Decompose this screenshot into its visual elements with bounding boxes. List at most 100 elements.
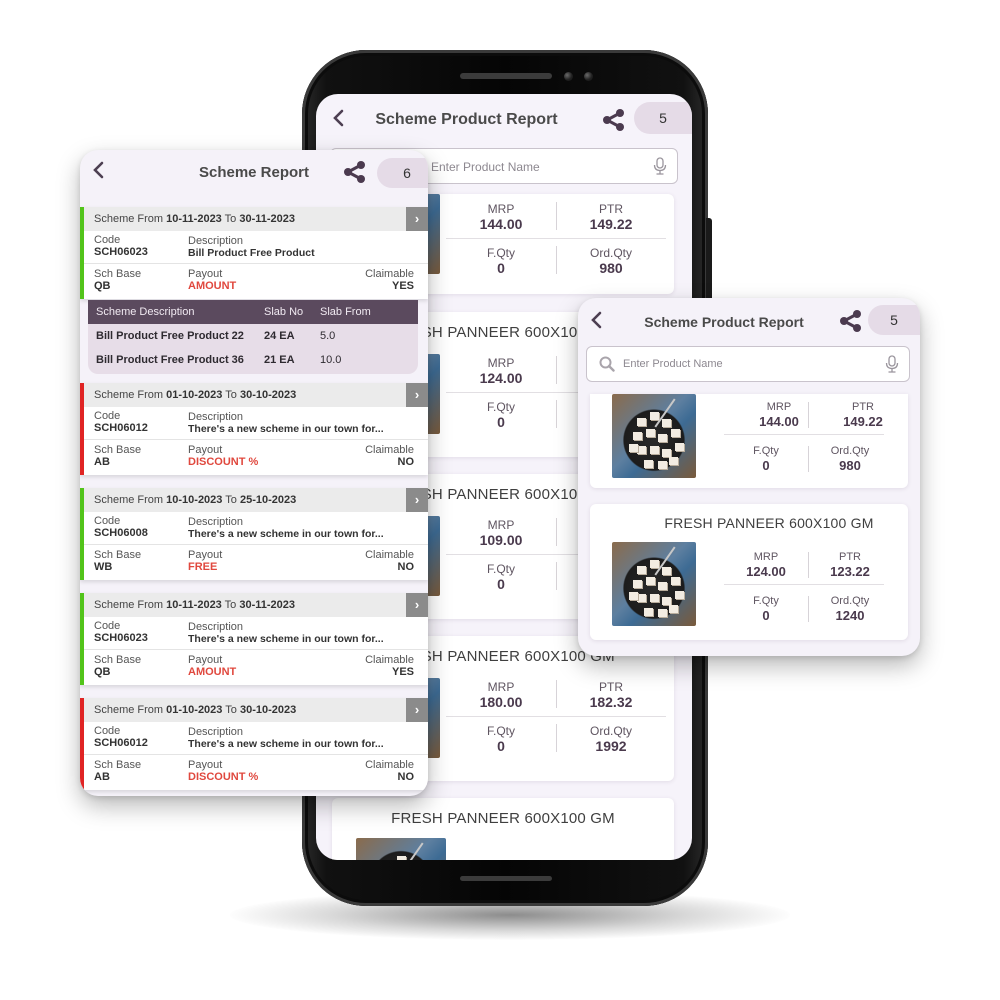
sch-base-label: Sch Base: [94, 444, 142, 456]
paneer-cube: [669, 605, 679, 613]
code-value: SCH06023: [94, 632, 148, 644]
scheme-expand-button[interactable]: ›: [406, 488, 428, 512]
microphone-icon[interactable]: [885, 355, 899, 373]
sch-base-value: AB: [94, 456, 110, 468]
fqty-value: 0: [497, 738, 505, 754]
fqty-value: 0: [497, 414, 505, 430]
product-card[interactable]: FRESH PANNEER 600X100 GM MRP 124.00 PTR 12…: [590, 504, 908, 640]
payout-label: Payout: [188, 444, 223, 456]
code-value: SCH06023: [94, 246, 148, 258]
paneer-cube: [658, 609, 668, 618]
divider: [808, 446, 809, 472]
share-icon: [840, 310, 861, 332]
slab-cell: Bill Product Free Product 22: [96, 330, 244, 342]
paneer-cube: [649, 560, 659, 569]
paneer-cube: [649, 412, 659, 421]
claimable-label: Claimable: [365, 549, 414, 561]
paneer-cube: [637, 565, 647, 574]
code-label: Code: [94, 234, 121, 246]
mrp-label: MRP: [487, 356, 515, 370]
description-value: There's a new scheme in our town for...: [188, 423, 384, 435]
slab-cell: 10.0: [320, 354, 342, 366]
search-placeholder: Enter Product Name: [623, 358, 723, 370]
description-value: There's a new scheme in our town for...: [188, 738, 384, 750]
phone-camera: [564, 72, 573, 81]
paneer-cube: [628, 592, 638, 601]
ordqty-label: Ord.Qty: [589, 724, 632, 738]
scheme-card[interactable]: Scheme From 10-11-2023 To 30-11-2023 › Cod…: [80, 207, 428, 299]
divider: [556, 202, 557, 230]
microphone-icon[interactable]: [653, 157, 667, 175]
product-card[interactable]: MRP 144.00 PTR 149.22 F.Qty 0 Ord.Qty 980: [590, 394, 908, 488]
page-title: Scheme Product Report: [644, 314, 804, 330]
scheme-expand-button[interactable]: ›: [406, 207, 428, 231]
share-icon: [344, 161, 365, 183]
scheme-from-label: Scheme From: [94, 704, 164, 716]
product-card[interactable]: FRESH PANNEER 600X100 GM: [332, 798, 674, 860]
share-button[interactable]: [602, 108, 626, 132]
claimable-label: Claimable: [365, 444, 414, 456]
share-button[interactable]: [343, 160, 367, 184]
search-icon: [599, 356, 615, 377]
scheme-from-label: Scheme From: [94, 494, 164, 506]
slab-table-row[interactable]: Bill Product Free Product 3621 EA10.00.(: [88, 348, 418, 372]
scheme-card[interactable]: Scheme From 01-10-2023 To 30-10-2023 › Cod…: [80, 698, 428, 790]
paneer-cube: [633, 579, 642, 588]
search-input[interactable]: Enter Product Name: [586, 346, 910, 382]
scheme-report-panel: Scheme Report 6 Scheme From 10-11-2023 T…: [80, 150, 428, 796]
scheme-card[interactable]: Scheme From 10-10-2023 To 25-10-2023 › Cod…: [80, 488, 428, 580]
scheme-date-range: Scheme From 01-10-2023 To 30-10-2023: [84, 383, 428, 407]
payout-value: AMOUNT: [188, 280, 237, 292]
divider: [446, 716, 666, 717]
slab-table-row[interactable]: Bill Product Free Product 2224 EA5.00.(: [88, 324, 418, 348]
page-title: Scheme Product Report: [375, 111, 558, 128]
divider: [556, 246, 557, 274]
scheme-to-label: To: [224, 213, 237, 225]
paneer-cube: [670, 577, 680, 586]
sch-base-value: AB: [94, 771, 110, 783]
paneer-cube: [633, 431, 642, 440]
scheme-from-date: 01-10-2023: [166, 389, 223, 401]
ordqty-value: 980: [839, 458, 861, 473]
product-report-panel: Scheme Product Report 5 Enter Product Na…: [578, 298, 920, 656]
share-button[interactable]: [839, 309, 863, 333]
paneer-cube: [675, 590, 684, 599]
slab-cell: Bill Product Free Product 36: [96, 354, 244, 366]
paneer-cube: [658, 582, 668, 591]
scheme-card[interactable]: Scheme From 10-11-2023 To 30-11-2023 › Cod…: [80, 593, 428, 685]
divider: [84, 754, 428, 755]
divider: [446, 238, 666, 239]
paneer-cube: [658, 434, 668, 443]
product-report-header: Scheme Product Report 5: [578, 298, 920, 350]
chevron-right-icon: ›: [414, 387, 420, 402]
scheme-expand-button[interactable]: ›: [406, 698, 428, 722]
paneer-cube: [643, 607, 653, 616]
paneer-cube: [637, 417, 647, 426]
slab-header-cell: Slab No: [264, 306, 304, 318]
claimable-label: Claimable: [365, 268, 414, 280]
paneer-cube: [662, 419, 672, 428]
scheme-from-date: 10-10-2023: [166, 494, 223, 506]
scheme-from-date: 01-10-2023: [166, 704, 223, 716]
ptr-label: PTR: [599, 202, 623, 216]
divider: [556, 518, 557, 546]
divider: [556, 400, 557, 428]
slab-table-header: Scheme DescriptionSlab NoSlab FromSla: [88, 300, 418, 324]
payout-label: Payout: [188, 654, 223, 666]
scheme-expand-button[interactable]: ›: [406, 593, 428, 617]
slab-cell: 24 EA: [264, 330, 295, 342]
ordqty-label: Ord.Qty: [830, 445, 870, 457]
claimable-value: NO: [397, 771, 415, 783]
payout-label: Payout: [188, 268, 223, 280]
chevron-right-icon: ›: [414, 597, 420, 612]
fqty-label: F.Qty: [486, 562, 515, 576]
phone-sensor: [584, 72, 593, 81]
paneer-cube: [643, 459, 653, 468]
slab-header-cell: Scheme Description: [96, 306, 195, 318]
paneer-cube: [649, 594, 659, 603]
divider: [808, 552, 809, 578]
divider: [84, 544, 428, 545]
scheme-expand-button[interactable]: ›: [406, 383, 428, 407]
scheme-card[interactable]: Scheme From 01-10-2023 To 30-10-2023 › Cod…: [80, 383, 428, 475]
payout-label: Payout: [188, 549, 223, 561]
